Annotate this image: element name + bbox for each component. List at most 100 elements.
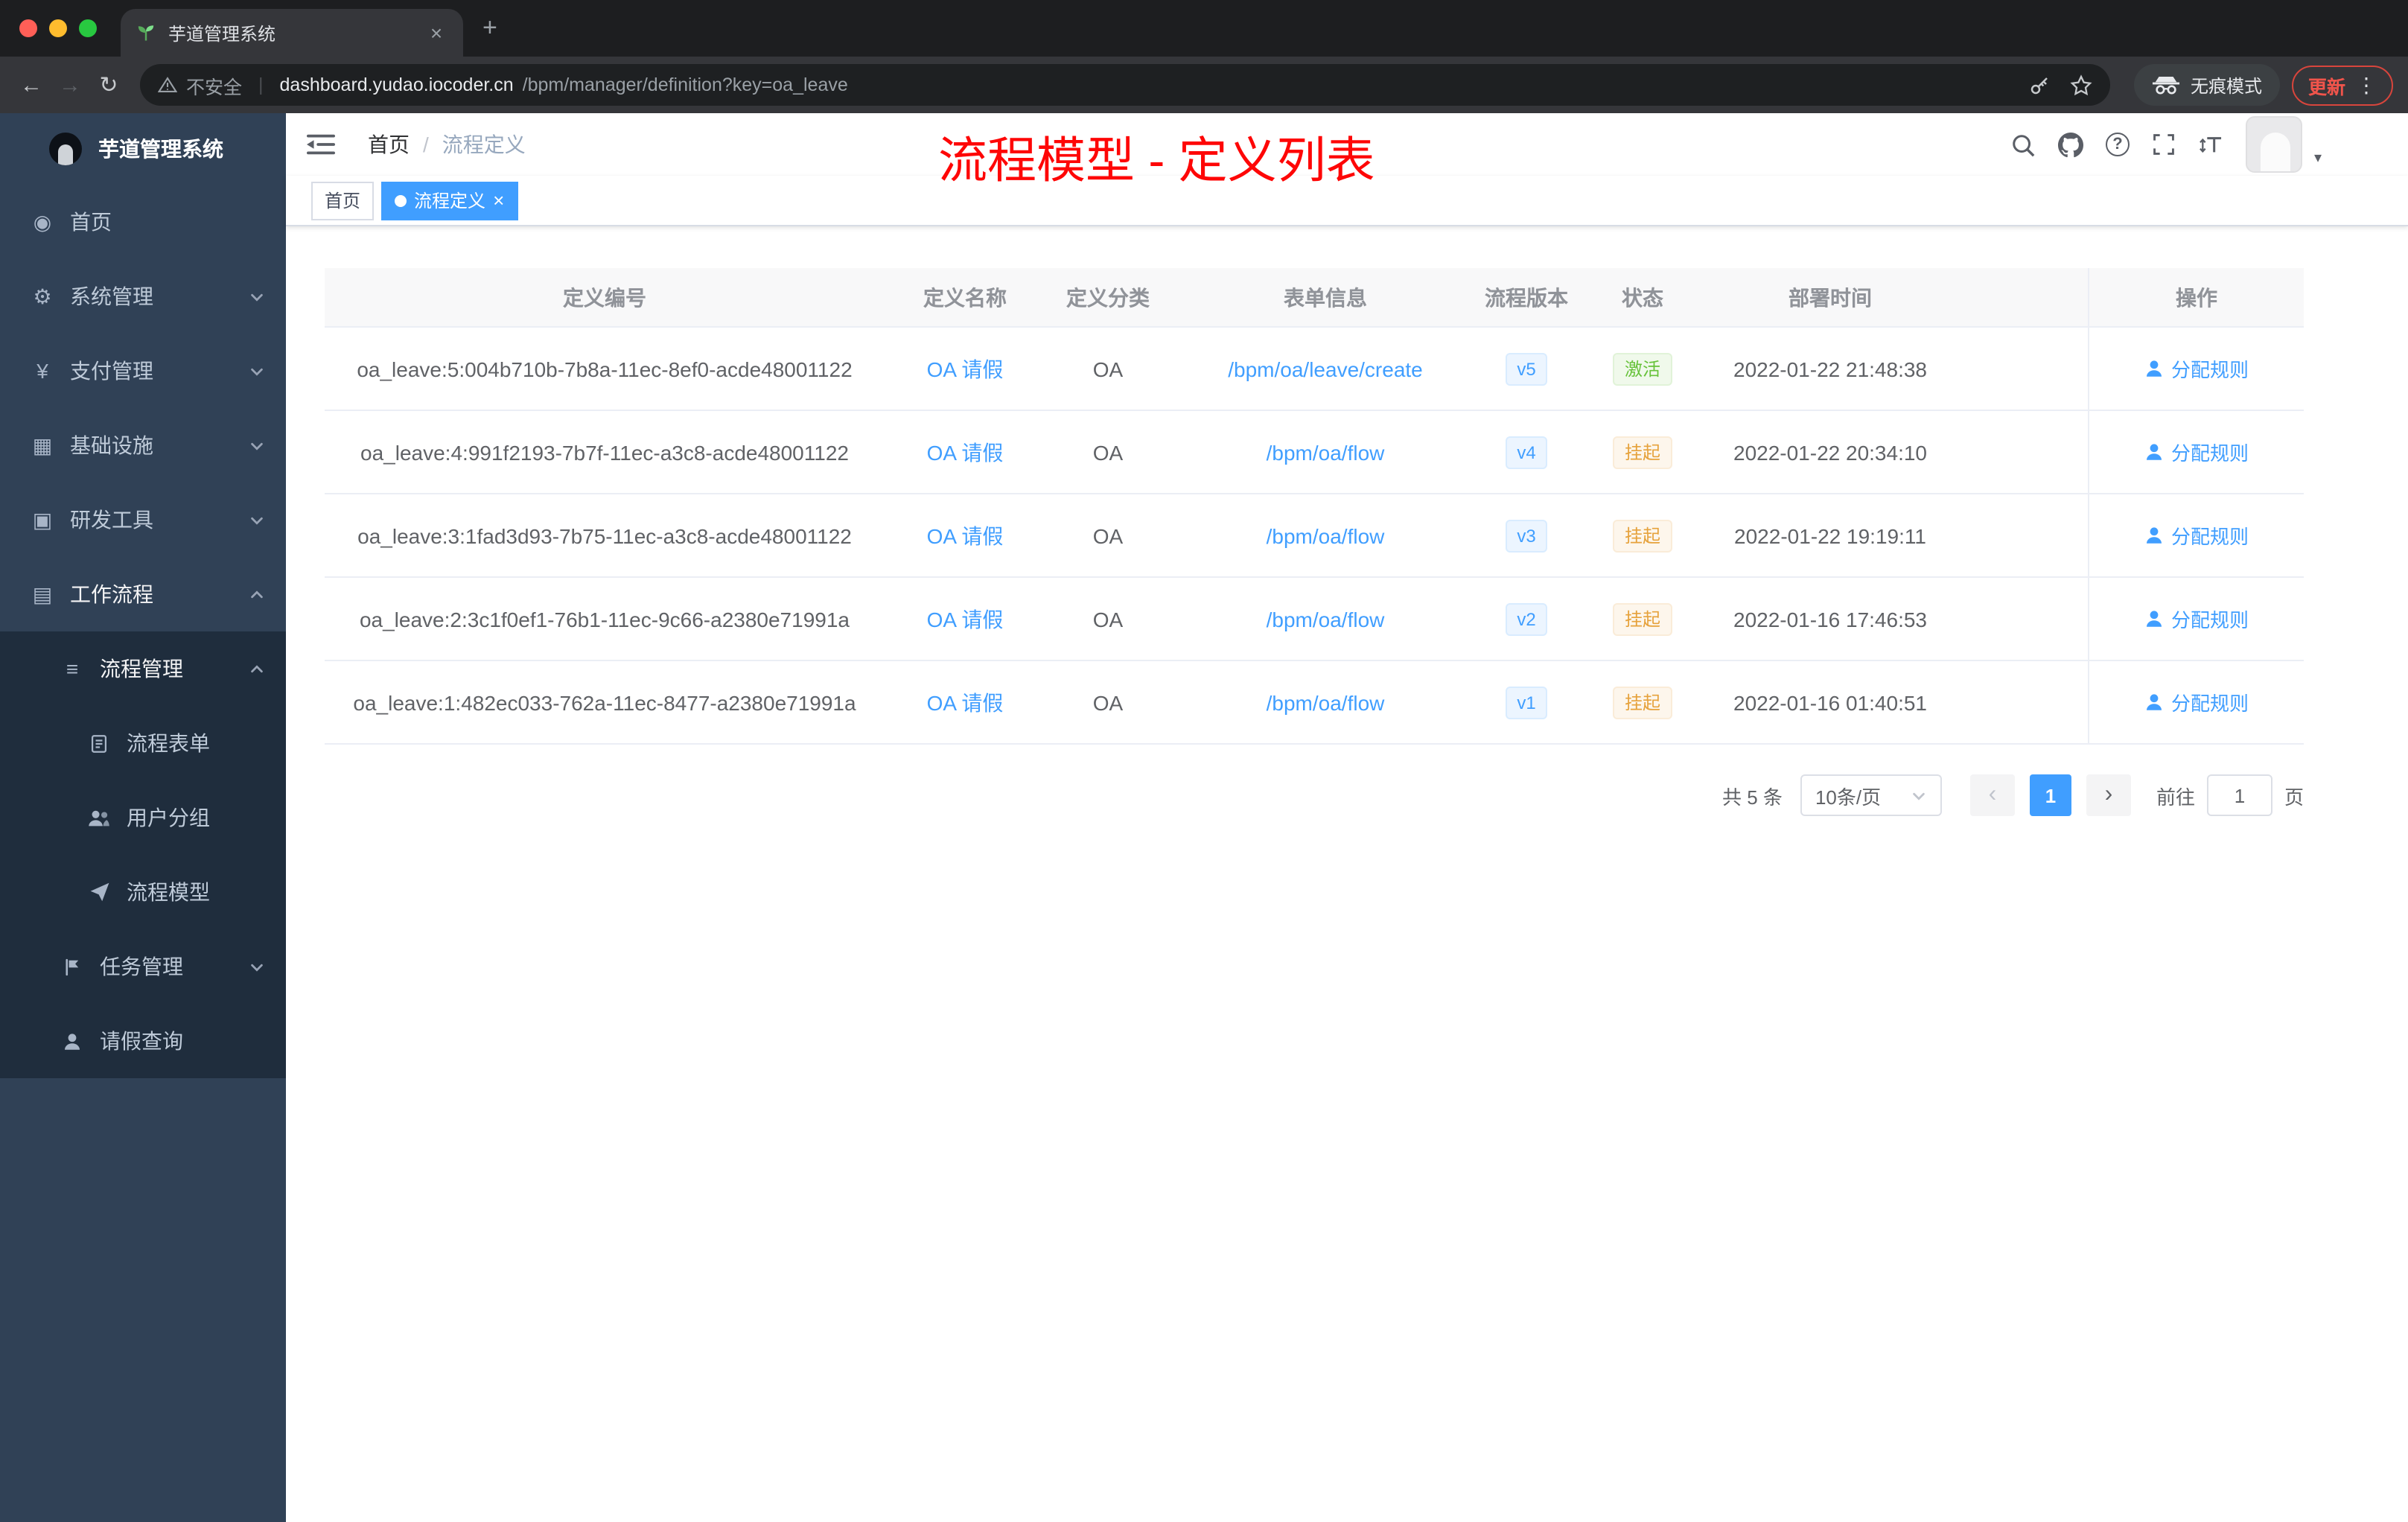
deploy-time: 2022-01-16 01:40:51 — [1733, 690, 1927, 714]
incognito-badge: 无痕模式 — [2133, 64, 2280, 106]
reload-button[interactable]: ↻ — [89, 71, 128, 98]
sidebar-item-process-management[interactable]: ≡ 流程管理 — [0, 631, 286, 706]
tag-process-definition[interactable]: 流程定义 × — [381, 181, 518, 220]
assign-rule-link[interactable]: 分配规则 — [2088, 578, 2304, 660]
browser-tab-strip: 芋道管理系统 × + — [0, 0, 2408, 57]
hamburger-icon[interactable] — [286, 133, 335, 156]
definition-name-link[interactable]: OA 请假 — [885, 354, 1045, 383]
chevron-up-icon — [249, 660, 265, 677]
form-info-link[interactable]: /bpm/oa/flow — [1170, 440, 1480, 464]
column-header: 部署时间 — [1789, 285, 1872, 309]
assign-rule-link[interactable]: 分配规则 — [2088, 494, 2304, 576]
url-path: /bpm/manager/definition?key=oa_leave — [522, 74, 848, 95]
person-icon — [2146, 611, 2162, 627]
prev-page-button[interactable]: ‹ — [1969, 774, 2015, 816]
user-avatar[interactable] — [2245, 116, 2302, 173]
sidebar-item-devtools[interactable]: ▣ 研发工具 — [0, 483, 286, 557]
definition-id: oa_leave:5:004b710b-7b8a-11ec-8ef0-acde4… — [357, 357, 853, 380]
list-icon: ≡ — [66, 657, 79, 681]
sidebar-item-system-management[interactable]: ⚙ 系统管理 — [0, 259, 286, 334]
sidebar-item-home[interactable]: ◉ 首页 — [0, 185, 286, 259]
definition-category: OA — [1092, 607, 1124, 631]
grid-icon: ▦ — [32, 433, 53, 456]
url-divider: | — [258, 74, 264, 95]
status-badge: 挂起 — [1573, 686, 1713, 719]
page-size-select[interactable]: 10条/页 — [1800, 774, 1942, 816]
column-header: 定义名称 — [923, 285, 1007, 309]
goto-page-input[interactable] — [2206, 774, 2272, 816]
incognito-label: 无痕模式 — [2190, 75, 2262, 96]
screen: 芋道管理系统 × + ← → ↻ 不安全 | dashboard.yudao.i… — [0, 0, 2408, 1522]
browser-update-button[interactable]: 更新 ⋮ — [2291, 65, 2393, 105]
toolbox-icon: ▣ — [32, 507, 53, 531]
definition-name-link[interactable]: OA 请假 — [885, 437, 1045, 467]
next-page-button[interactable]: › — [2086, 774, 2131, 816]
definition-name-link[interactable]: OA 请假 — [885, 687, 1045, 717]
security-label: 不安全 — [186, 77, 243, 98]
definition-id: oa_leave:2:3c1f0ef1-76b1-11ec-9c66-a2380… — [359, 607, 850, 631]
sidebar-item-process-form[interactable]: 流程表单 — [0, 706, 286, 780]
chevron-down-icon — [249, 363, 265, 379]
help-icon[interactable]: ? — [2105, 133, 2130, 156]
sidebar-item-infrastructure[interactable]: ▦ 基础设施 — [0, 408, 286, 483]
definition-category: OA — [1092, 690, 1124, 714]
version-tag: v4 — [1480, 436, 1573, 468]
form-info-link[interactable]: /bpm/oa/flow — [1170, 690, 1480, 714]
tag-close-icon[interactable]: × — [493, 191, 504, 210]
sidebar-item-user-group[interactable]: 用户分组 — [0, 780, 286, 855]
form-info-link[interactable]: /bpm/oa/flow — [1170, 607, 1480, 631]
forward-button[interactable]: → — [51, 72, 89, 98]
password-key-icon[interactable] — [2028, 74, 2051, 96]
sidebar-item-label: 流程表单 — [127, 731, 210, 755]
github-icon[interactable] — [2057, 132, 2083, 157]
active-dot — [395, 194, 407, 206]
close-window-button[interactable] — [19, 19, 37, 37]
sidebar-item-task-management[interactable]: 任务管理 — [0, 929, 286, 1004]
sidebar-item-label: 工作流程 — [70, 582, 153, 606]
browser-tab[interactable]: 芋道管理系统 × — [121, 9, 463, 57]
definition-name-link[interactable]: OA 请假 — [885, 520, 1045, 550]
sidebar-logo[interactable]: 芋道管理系统 — [0, 113, 286, 185]
sidebar-item-label: 支付管理 — [70, 359, 153, 383]
bookmark-star-icon[interactable] — [2070, 74, 2092, 96]
table-row: oa_leave:5:004b710b-7b8a-11ec-8ef0-acde4… — [325, 328, 2304, 411]
tag-home[interactable]: 首页 — [311, 181, 375, 220]
page-number-button[interactable]: 1 — [2029, 774, 2071, 816]
window-controls — [0, 0, 112, 57]
version-tag: v1 — [1480, 686, 1573, 719]
search-icon[interactable] — [2010, 132, 2036, 157]
form-info-link[interactable]: /bpm/oa/flow — [1170, 523, 1480, 547]
browser-menu-icon[interactable]: ⋮ — [2356, 72, 2377, 98]
status-badge: 激活 — [1573, 352, 1713, 385]
tab-close-icon[interactable]: × — [424, 21, 448, 45]
form-info-link[interactable]: /bpm/oa/leave/create — [1170, 357, 1480, 380]
minimize-window-button[interactable] — [49, 19, 67, 37]
people-icon — [86, 808, 112, 827]
table-body: oa_leave:5:004b710b-7b8a-11ec-8ef0-acde4… — [325, 328, 2304, 745]
tag-label: 流程定义 — [414, 191, 486, 211]
sidebar-item-process-model[interactable]: 流程模型 — [0, 855, 286, 929]
incognito-icon — [2152, 76, 2179, 95]
zoom-window-button[interactable] — [79, 19, 97, 37]
assign-rule-link[interactable]: 分配规则 — [2088, 328, 2304, 410]
assign-rule-link[interactable]: 分配规则 — [2088, 411, 2304, 493]
address-bar[interactable]: 不安全 | dashboard.yudao.iocoder.cn /bpm/ma… — [140, 64, 2110, 106]
fullscreen-icon[interactable] — [2152, 133, 2176, 156]
sidebar-item-label: 任务管理 — [100, 955, 183, 978]
definition-name-link[interactable]: OA 请假 — [885, 604, 1045, 634]
avatar-caret-icon[interactable]: ▾ — [2314, 150, 2322, 167]
definition-category: OA — [1092, 523, 1124, 547]
sidebar-item-workflow[interactable]: ▤ 工作流程 — [0, 557, 286, 631]
logo-title: 芋道管理系统 — [98, 137, 223, 161]
column-header: 表单信息 — [1284, 285, 1367, 309]
sidebar-item-payment-management[interactable]: ¥ 支付管理 — [0, 334, 286, 408]
column-header: 操作 — [2088, 268, 2304, 326]
assign-rule-link[interactable]: 分配规则 — [2088, 661, 2304, 743]
font-size-icon[interactable] — [2198, 133, 2223, 156]
back-button[interactable]: ← — [12, 72, 51, 98]
person-icon — [60, 1031, 85, 1051]
breadcrumb-home[interactable]: 首页 — [368, 130, 410, 159]
version-tag: v3 — [1480, 519, 1573, 552]
new-tab-button[interactable]: + — [463, 13, 517, 43]
sidebar-item-leave-query[interactable]: 请假查询 — [0, 1004, 286, 1078]
